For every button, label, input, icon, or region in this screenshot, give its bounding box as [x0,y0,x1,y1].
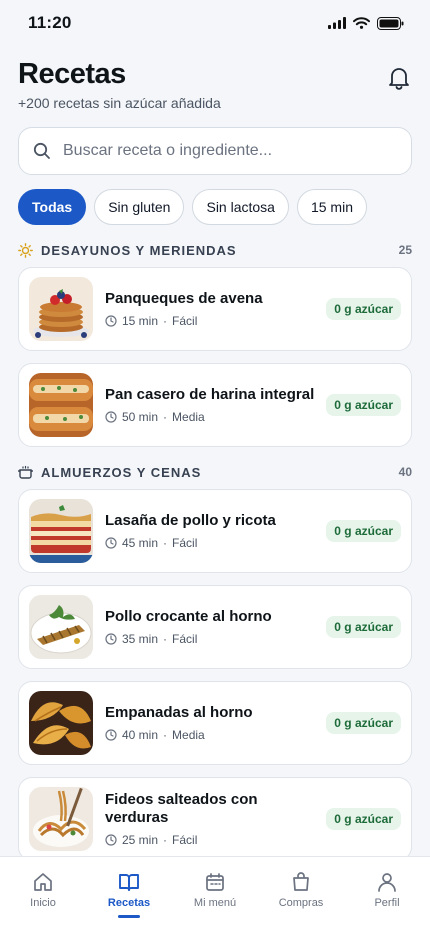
recipe-time: 25 min [122,833,159,847]
recipe-card-pollo-crocante[interactable]: Pollo crocante al horno 35 min · Fácil 0… [18,585,412,669]
recipe-thumbnail [29,691,93,755]
chip-sin-gluten[interactable]: Sin gluten [94,189,185,225]
chip-15-min[interactable]: 15 min [296,189,367,225]
tab-label: Inicio [30,897,56,909]
filter-chips: Todas Sin gluten Sin lactosa 15 min [18,189,412,225]
recipe-thumbnail [29,373,93,437]
bottom-tab-bar: Inicio Recetas Mi menú Compras Perfil [0,856,430,930]
sugar-badge: 0 g azúcar [326,394,401,416]
clock-icon [105,315,117,327]
clock-icon [105,537,117,549]
bag-icon [293,872,309,891]
status-time: 11:20 [28,13,72,32]
home-icon [34,873,52,891]
sugar-badge: 0 g azúcar [326,298,401,320]
clock-icon [105,633,117,645]
clock-icon [105,411,117,423]
recipe-time: 45 min [122,536,159,550]
meta-separator: · [163,536,168,550]
recipe-card-pan-casero[interactable]: Pan casero de harina integral 50 min · M… [18,363,412,447]
recipe-title: Empanadas al horno [105,704,253,721]
recipe-thumbnail [29,499,93,563]
search-icon [33,142,50,159]
page-subtitle: +200 recetas sin azúcar añadida [18,95,221,111]
recipe-title: Panqueques de avena [105,290,263,307]
tab-mi-menu[interactable]: Mi menú [175,871,255,930]
recipe-card-lasana[interactable]: Lasaña de pollo y ricota 45 min · Fácil … [18,489,412,573]
recipe-card-empanadas[interactable]: Empanadas al horno 40 min · Media 0 g az… [18,681,412,765]
recipe-title: Lasaña de pollo y ricota [105,512,276,529]
section-title: DESAYUNOS Y MERIENDAS [41,242,237,258]
recipe-title: Pan casero de harina integral [105,386,315,403]
tab-label: Compras [278,897,324,909]
sugar-badge: 0 g azúcar [326,616,401,638]
recipe-difficulty: Media [172,728,205,742]
calendar-icon [206,873,224,891]
recipe-time: 35 min [122,632,159,646]
recipe-time: 15 min [122,314,159,328]
recipe-difficulty: Fácil [172,314,198,328]
sugar-badge: 0 g azúcar [326,520,401,542]
chip-todas[interactable]: Todas [18,189,87,225]
tab-label: Recetas [107,897,151,909]
recipe-thumbnail [29,277,93,341]
tab-inicio[interactable]: Inicio [3,871,83,930]
sugar-badge: 0 g azúcar [326,808,401,830]
meta-separator: · [163,410,168,424]
meta-separator: · [163,833,168,847]
recipe-meta: 35 min · Fácil [105,632,318,646]
bell-icon[interactable] [388,66,410,90]
meta-separator: · [163,632,168,646]
recipe-card-fideos[interactable]: Fideos salteados con verduras 25 min · F… [18,777,412,861]
header: Recetas +200 recetas sin azúcar añadida [0,46,430,111]
status-bar: 11:20 [0,0,430,46]
recipe-card-panqueques[interactable]: Panqueques de avena 15 min · Fácil 0 g a… [18,267,412,351]
recipe-difficulty: Fácil [172,536,198,550]
clock-icon [105,729,117,741]
page-title: Recetas [18,58,126,90]
meta-separator: · [163,314,168,328]
section-header-almuerzos: ALMUERZOS Y CENAS 40 [18,463,412,481]
recipe-difficulty: Fácil [172,833,198,847]
search-input[interactable] [63,142,397,160]
recipe-thumbnail [29,787,93,851]
sun-icon [18,242,33,258]
tab-compras[interactable]: Compras [261,871,341,930]
recipe-time: 40 min [122,728,159,742]
book-icon [119,874,139,891]
section-header-desayunos: DESAYUNOS Y MERIENDAS 25 [18,241,412,259]
recipe-difficulty: Media [172,410,205,424]
wifi-icon [353,17,370,29]
section-title: ALMUERZOS Y CENAS [41,464,202,480]
sugar-badge: 0 g azúcar [326,712,401,734]
recipe-thumbnail [29,595,93,659]
active-tab-indicator [118,915,140,918]
section-count: 40 [398,465,412,479]
battery-icon [377,16,404,30]
search-bar[interactable] [18,127,412,175]
tab-label: Perfil [374,897,400,909]
recipe-difficulty: Fácil [172,632,198,646]
pot-icon [18,465,33,479]
signal-icon [328,17,346,29]
section-count: 25 [398,243,412,257]
chip-sin-lactosa[interactable]: Sin lactosa [192,189,289,225]
clock-icon [105,834,117,846]
status-icons [328,16,404,30]
recipe-title: Fideos salteados con verduras [105,791,258,826]
recipe-title: Pollo crocante al horno [105,608,272,625]
recipe-time: 50 min [122,410,159,424]
recipe-meta: 50 min · Media [105,410,318,424]
tab-label: Mi menú [193,897,237,909]
recipe-meta: 40 min · Media [105,728,318,742]
meta-separator: · [163,728,168,742]
user-icon [378,873,396,892]
tab-perfil[interactable]: Perfil [347,871,427,930]
recipe-meta: 45 min · Fácil [105,536,318,550]
tab-recetas[interactable]: Recetas [89,871,169,930]
recipe-meta: 15 min · Fácil [105,314,318,328]
recipe-meta: 25 min · Fácil [105,833,318,847]
